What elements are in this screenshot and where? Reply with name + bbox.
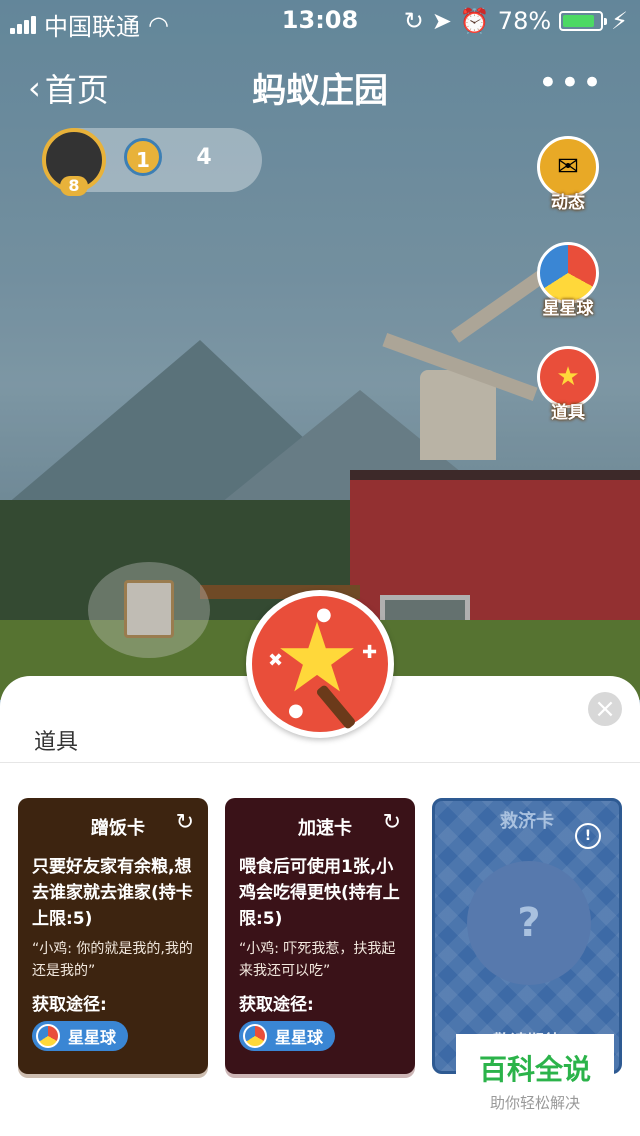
sparkle-icon: ●	[288, 700, 304, 721]
heart-icon[interactable]: 4	[180, 124, 228, 184]
navbar: ‹ 首页 蚂蚁庄园 •••	[0, 45, 640, 125]
charging-icon: ⚡	[611, 7, 628, 35]
card-quote: “小鸡: 吓死我惹，扶我起来我还可以吃”	[239, 941, 396, 979]
close-button[interactable]: ×	[588, 692, 622, 726]
card-description: 只要好友家有余粮,想去谁家就去谁家(持卡上限:5)	[32, 857, 193, 929]
card-source-label: 获取途径:	[239, 995, 314, 1015]
battery-icon	[559, 11, 608, 31]
card-source-label: 获取途径:	[32, 995, 107, 1015]
card-title: 蹭饭卡	[91, 818, 145, 839]
side-button-dynamic[interactable]: ✉ 动态	[536, 136, 600, 213]
star-ball-icon	[36, 1024, 60, 1048]
side-button-label: 星星球	[542, 299, 594, 319]
rotation-lock-icon: ↻	[403, 7, 424, 35]
refresh-icon[interactable]: ↻	[176, 810, 194, 835]
side-button-label: 道具	[551, 403, 585, 423]
card-quote: “小鸡: 你的就是我的,我的还是我的”	[32, 941, 193, 979]
card-description: 喂食后可使用1张,小鸡会吃得更快(持有上限:5)	[239, 857, 400, 929]
sparkle-icon: ✖	[268, 650, 284, 671]
sparkle-icon: ✚	[362, 642, 378, 663]
divider	[0, 762, 640, 763]
watermark: 百科全说 助你轻松解决	[456, 1034, 614, 1112]
prop-card-speedup[interactable]: 加速卡 ↻ 喂食后可使用1张,小鸡会吃得更快(持有上限:5) “小鸡: 吓死我惹…	[225, 798, 415, 1074]
watermark-title: 百科全说	[478, 1053, 591, 1086]
side-button-props[interactable]: ★ 道具	[536, 346, 600, 423]
magic-wand-badge: ★ ● ✖ ✚ ●	[246, 590, 394, 738]
alarm-icon: ⏰	[459, 7, 490, 35]
sparkle-icon: ●	[316, 604, 332, 625]
refresh-icon[interactable]: ↻	[383, 810, 401, 835]
source-chip-star-ball[interactable]: 星星球	[239, 1021, 336, 1051]
side-button-label: 动态	[551, 193, 585, 213]
user-level-badge: 8	[60, 176, 88, 196]
side-button-star-ball[interactable]: 星星球	[536, 242, 600, 319]
prop-card-freeload[interactable]: 蹭饭卡 ↻ 只要好友家有余粮,想去谁家就去谁家(持卡上限:5) “小鸡: 你的就…	[18, 798, 208, 1074]
info-icon[interactable]: !	[575, 823, 601, 849]
battery-percent: 78%	[497, 7, 552, 35]
card-title: 加速卡	[298, 818, 352, 839]
question-mark-icon: ?	[467, 861, 591, 985]
more-button[interactable]: •••	[538, 63, 604, 103]
source-chip-star-ball[interactable]: 星星球	[32, 1021, 129, 1051]
location-icon: ➤	[431, 7, 452, 35]
source-label: 星星球	[68, 1028, 117, 1047]
source-label: 星星球	[275, 1028, 324, 1047]
star-ball-icon	[243, 1024, 267, 1048]
watermark-subtitle: 助你轻松解决	[489, 1094, 580, 1112]
medal-icon[interactable]: 1	[124, 138, 162, 176]
prop-card-relief[interactable]: 救济卡 ! ? 敬请期待	[432, 798, 622, 1074]
sheet-title: 道具	[34, 730, 79, 755]
status-bar: 中国联通 ◠ 13:08 ↻ ➤ ⏰ 78% ⚡	[0, 0, 640, 41]
